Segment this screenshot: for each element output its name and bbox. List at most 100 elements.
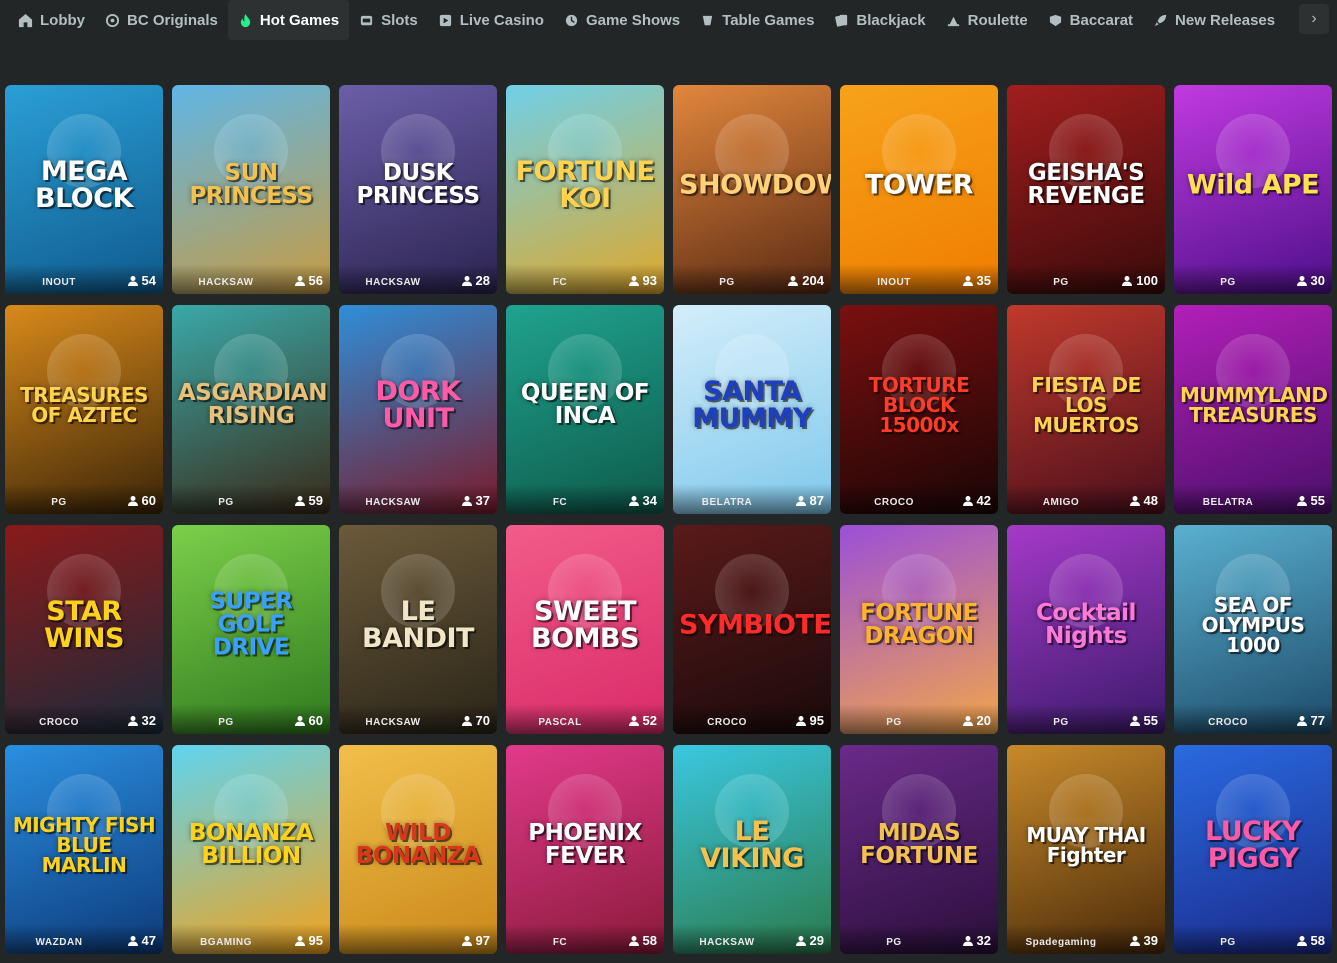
rocket-icon	[1153, 13, 1168, 28]
provider-logo: HACKSAW	[365, 717, 421, 728]
player-count: 34	[628, 493, 657, 508]
provider-logo: INOUT	[877, 277, 911, 288]
provider-logo: PG	[51, 497, 67, 508]
tab-lobby[interactable]: Lobby	[8, 0, 95, 40]
player-count: 204	[787, 273, 824, 288]
user-icon	[1121, 275, 1136, 287]
user-icon	[1296, 935, 1311, 947]
game-card[interactable]: MUMMYLAND TREASURES BELATRA 55	[1174, 305, 1332, 514]
player-count-value: 95	[809, 713, 824, 728]
game-card[interactable]: Wild APE PG 30	[1174, 85, 1332, 294]
live-casino-icon	[438, 13, 453, 28]
tab-label: Slots	[381, 11, 418, 29]
game-card[interactable]: BONANZA BILLION BGAMING 95	[172, 745, 330, 954]
game-title: WILD BONANZA	[355, 820, 481, 870]
user-icon	[461, 495, 476, 507]
player-count-value: 32	[141, 713, 156, 728]
game-title: DORK UNIT	[375, 376, 461, 435]
provider-logo: AMIGO	[1042, 497, 1080, 508]
player-count: 32	[127, 713, 156, 728]
game-card[interactable]: STAR WINS CROCO 32	[5, 525, 163, 734]
game-card[interactable]: SEA OF OLYMPUS 1000 CROCO 77	[1174, 525, 1332, 734]
tab-blackjack[interactable]: Blackjack	[824, 0, 935, 40]
game-card[interactable]: LE BANDIT HACKSAW 70	[339, 525, 497, 734]
player-count-value: 20	[976, 713, 991, 728]
player-count: 56	[294, 273, 323, 288]
game-card[interactable]: SUPER GOLF DRIVE PG 60	[172, 525, 330, 734]
game-card[interactable]: ASGARDIAN RISING PG 59	[172, 305, 330, 514]
player-count-value: 59	[308, 493, 323, 508]
game-card[interactable]: SANTA MUMMY BELATRA 87	[673, 305, 831, 514]
game-card[interactable]: MIGHTY FISH BLUE MARLIN WAZDAN 47	[5, 745, 163, 954]
game-title: SEA OF OLYMPUS 1000	[1201, 593, 1305, 658]
user-icon	[795, 495, 810, 507]
user-icon	[795, 715, 810, 727]
game-card[interactable]: Cocktail Nights PG 55	[1007, 525, 1165, 734]
tab-label: Lobby	[40, 11, 85, 29]
game-card[interactable]: SYMBIOTE CROCO 95	[673, 525, 831, 734]
user-icon	[1129, 715, 1144, 727]
player-count: 93	[628, 273, 657, 288]
player-count-value: 70	[475, 713, 490, 728]
tab-game-shows[interactable]: Game Shows	[554, 0, 690, 40]
game-title: GEISHA'S REVENGE	[1027, 160, 1145, 210]
user-icon	[127, 275, 142, 287]
game-card[interactable]: TOWER INOUT 35	[840, 85, 998, 294]
game-card[interactable]: PHOENIX FEVER FC 58	[506, 745, 664, 954]
player-count: 42	[962, 493, 991, 508]
game-card[interactable]: QUEEN OF INCA FC 34	[506, 305, 664, 514]
game-card[interactable]: FORTUNE KOI FC 93	[506, 85, 664, 294]
game-card[interactable]: WILD BONANZA 97	[339, 745, 497, 954]
baccarat-icon	[1048, 13, 1063, 28]
tab-hot-games[interactable]: Hot Games	[227, 0, 350, 40]
provider-logo: CROCO	[707, 717, 747, 728]
user-icon	[461, 275, 476, 287]
player-count-value: 28	[475, 273, 490, 288]
game-card[interactable]: MIDAS FORTUNE PG 32	[840, 745, 998, 954]
tab-slots[interactable]: Slots	[349, 0, 428, 40]
tab-new-releases[interactable]: New Releases	[1143, 0, 1285, 40]
provider-logo: HACKSAW	[198, 277, 254, 288]
game-card[interactable]: LUCKY PIGGY PG 58	[1174, 745, 1332, 954]
user-icon	[294, 275, 309, 287]
game-card[interactable]: LE VIKING HACKSAW 29	[673, 745, 831, 954]
user-icon	[962, 275, 977, 287]
tab-baccarat[interactable]: Baccarat	[1038, 0, 1143, 40]
game-title: SANTA MUMMY	[692, 376, 812, 435]
player-count: 77	[1296, 713, 1325, 728]
tab-roulette[interactable]: Roulette	[936, 0, 1038, 40]
game-card[interactable]: GEISHA'S REVENGE PG 100	[1007, 85, 1165, 294]
player-count: 95	[294, 933, 323, 948]
provider-logo: WAZDAN	[35, 937, 83, 948]
game-title: Cocktail Nights	[1036, 600, 1136, 650]
game-card[interactable]: DUSK PRINCESS HACKSAW 28	[339, 85, 497, 294]
category-tabs: Lobby BC Originals Hot Games Slots Live Casi…	[8, 0, 1298, 40]
game-card[interactable]: SWEET BOMBS PASCAL 52	[506, 525, 664, 734]
game-card[interactable]: TORTURE BLOCK 15000x CROCO 42	[840, 305, 998, 514]
player-count-value: 58	[642, 933, 657, 948]
player-count: 60	[294, 713, 323, 728]
game-card[interactable]: MEGA BLOCK INOUT 54	[5, 85, 163, 294]
scroll-tabs-right-button[interactable]: ›	[1299, 4, 1329, 34]
player-count-value: 30	[1310, 273, 1325, 288]
player-count: 29	[795, 933, 824, 948]
provider-logo: PASCAL	[538, 717, 582, 728]
player-count-value: 55	[1310, 493, 1325, 508]
game-card[interactable]: TREASURES OF AZTEC PG 60	[5, 305, 163, 514]
game-card[interactable]: FIESTA DE LOS MUERTOS AMIGO 48	[1007, 305, 1165, 514]
game-card[interactable]: FORTUNE DRAGON PG 20	[840, 525, 998, 734]
player-count-value: 56	[308, 273, 323, 288]
player-count-value: 29	[809, 933, 824, 948]
tab-bc-originals[interactable]: BC Originals	[95, 0, 228, 40]
game-card[interactable]: SUN PRINCESS HACKSAW 56	[172, 85, 330, 294]
tab-live-casino[interactable]: Live Casino	[428, 0, 554, 40]
game-card[interactable]: SHOWDOWN PG 204	[673, 85, 831, 294]
tab-label: Roulette	[967, 11, 1028, 29]
game-card[interactable]: DORK UNIT HACKSAW 37	[339, 305, 497, 514]
game-card[interactable]: MUAY THAI Fighter Spadegaming 39	[1007, 745, 1165, 954]
slot-machine-icon	[359, 13, 374, 28]
game-title: FIESTA DE LOS MUERTOS	[1031, 373, 1141, 438]
user-icon	[962, 495, 977, 507]
tab-table-games[interactable]: Table Games	[690, 0, 824, 40]
game-title: FORTUNE KOI	[515, 156, 655, 215]
